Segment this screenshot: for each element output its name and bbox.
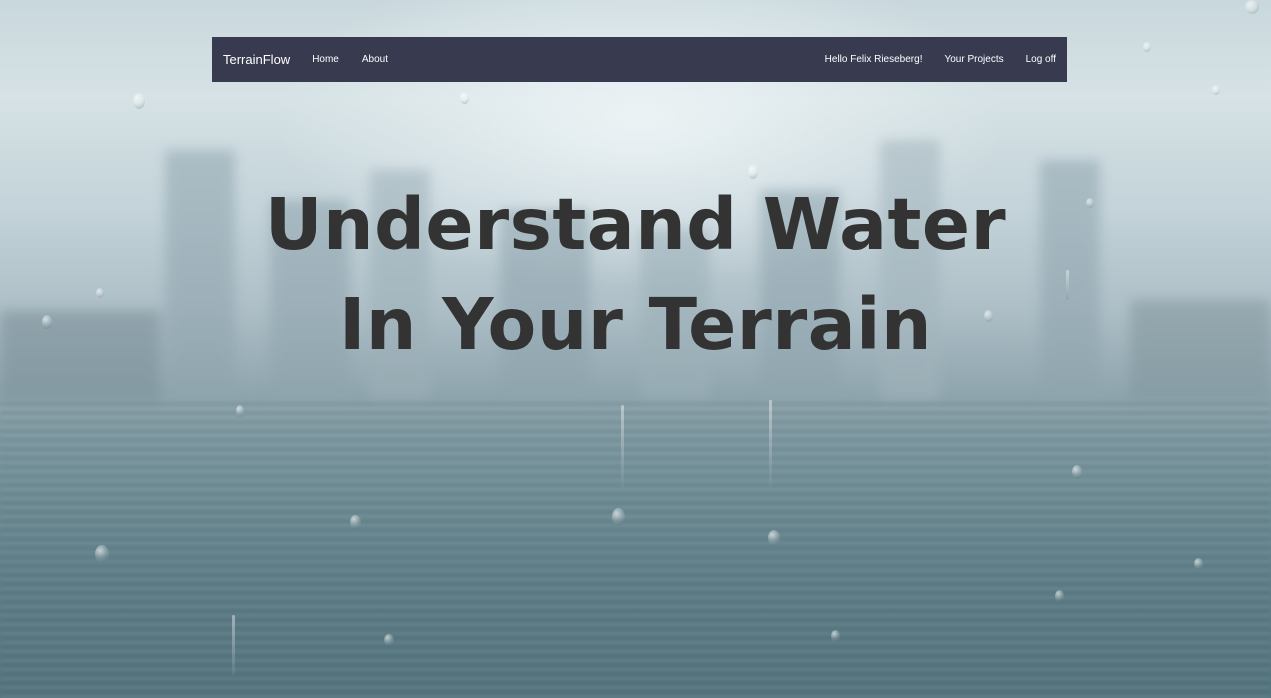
navbar-user-menu: Hello Felix Rieseberg! Your Projects Log… — [825, 54, 1056, 65]
log-off-link[interactable]: Log off — [1026, 54, 1056, 65]
nav-link-about[interactable]: About — [362, 54, 388, 65]
hero-headline-line-1: Understand Water — [264, 183, 1007, 266]
top-navbar: TerrainFlow Home About Hello Felix Riese… — [212, 37, 1067, 82]
hero-headline-line-2: In Your Terrain — [338, 283, 933, 366]
hero-headline: Understand Water In Your Terrain — [0, 175, 1271, 375]
brand-link[interactable]: TerrainFlow — [223, 52, 290, 67]
nav-link-home[interactable]: Home — [312, 54, 339, 65]
nav-link-your-projects[interactable]: Your Projects — [944, 54, 1003, 65]
user-greeting-link[interactable]: Hello Felix Rieseberg! — [825, 54, 923, 65]
